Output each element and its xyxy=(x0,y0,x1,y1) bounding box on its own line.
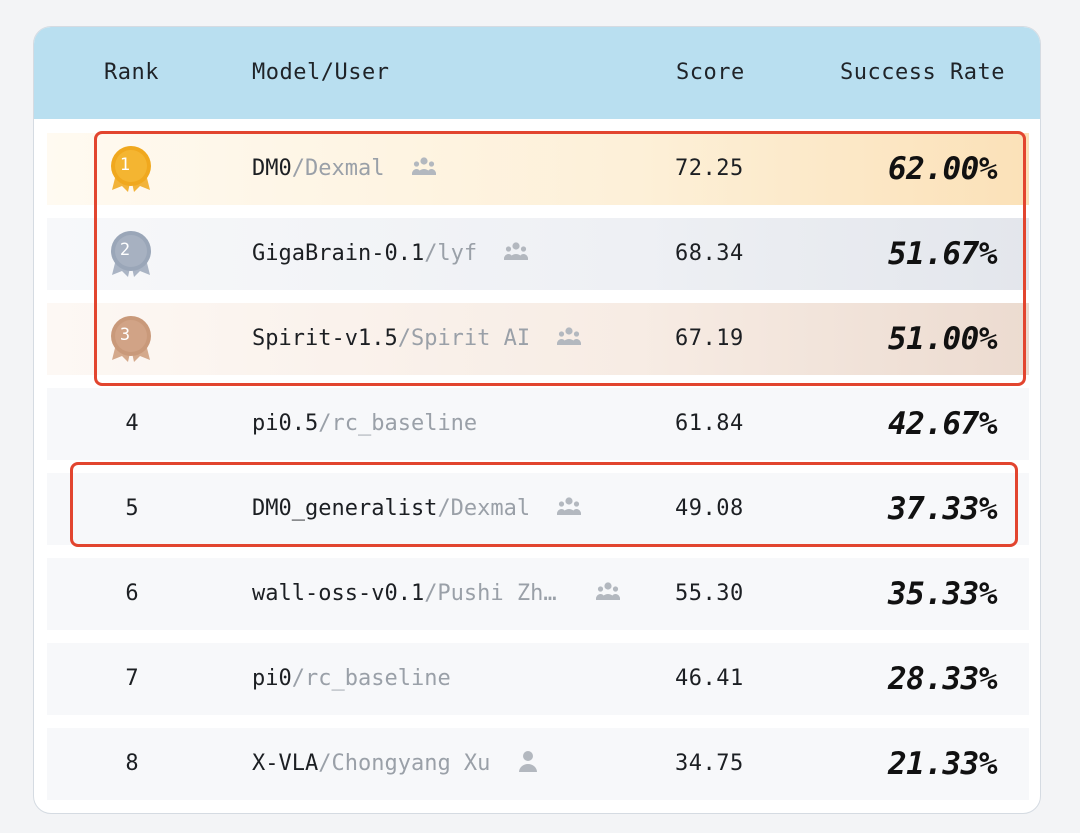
user-name[interactable]: /rc_baseline xyxy=(292,666,451,691)
model-user-cell: DM0_generalist/Dexmal xyxy=(252,473,582,545)
header-score: Score xyxy=(676,60,745,85)
success-rate-cell: 51.67% xyxy=(888,236,997,272)
group-icon xyxy=(504,242,529,260)
user-name[interactable]: /Dexmal xyxy=(292,156,385,181)
medal-rank-number: 1 xyxy=(119,155,131,175)
rank-cell: 6 xyxy=(125,581,139,606)
table-row[interactable]: 8 X-VLA/Chongyang Xu 34.75 21.33% xyxy=(47,728,1029,800)
score-cell: 55.30 xyxy=(675,581,744,606)
rank-cell: 8 xyxy=(125,751,139,776)
header-rank: Rank xyxy=(104,60,159,85)
user-name[interactable]: /Dexmal xyxy=(437,496,530,521)
model-name[interactable]: DM0 xyxy=(252,156,292,181)
success-rate-cell: 42.67% xyxy=(888,406,997,442)
user-name[interactable]: /Spirit AI xyxy=(398,326,530,351)
model-name[interactable]: DM0_generalist xyxy=(252,496,437,521)
person-icon xyxy=(518,751,537,772)
model-user-cell: wall-oss-v0.1/Pushi Zh… xyxy=(252,558,620,630)
model-name[interactable]: GigaBrain-0.1 xyxy=(252,241,424,266)
rank-cell: 5 xyxy=(125,496,139,521)
medal-rank-number: 3 xyxy=(119,325,131,345)
success-rate-cell: 37.33% xyxy=(888,491,997,527)
score-cell: 68.34 xyxy=(675,241,744,266)
model-name[interactable]: X-VLA xyxy=(252,751,318,776)
score-cell: 49.08 xyxy=(675,496,744,521)
model-name[interactable]: pi0.5 xyxy=(252,411,318,436)
model-user-cell: GigaBrain-0.1/lyf xyxy=(252,218,529,290)
user-name[interactable]: /rc_baseline xyxy=(318,411,477,436)
score-cell: 61.84 xyxy=(675,411,744,436)
user-name[interactable]: /lyf xyxy=(424,241,477,266)
model-name[interactable]: pi0 xyxy=(252,666,292,691)
score-cell: 34.75 xyxy=(675,751,744,776)
model-user-cell: DM0/Dexmal xyxy=(252,133,436,205)
user-name[interactable]: /Chongyang Xu xyxy=(318,751,490,776)
group-icon xyxy=(595,582,620,600)
table-row[interactable]: 5 DM0_generalist/Dexmal 49.08 37.33% xyxy=(47,473,1029,545)
group-icon xyxy=(411,157,436,175)
success-rate-cell: 62.00% xyxy=(888,151,997,187)
table-row[interactable]: 3 Spirit-v1.5/Spirit AI 67.19 51.00% xyxy=(47,303,1029,375)
model-user-cell: pi0/rc_baseline xyxy=(252,643,451,715)
group-icon xyxy=(557,327,582,345)
table-row[interactable]: 4 pi0.5/rc_baseline 61.84 42.67% xyxy=(47,388,1029,460)
model-user-cell: pi0.5/rc_baseline xyxy=(252,388,477,460)
table-row[interactable]: 6 wall-oss-v0.1/Pushi Zh… 55.30 35.33% xyxy=(47,558,1029,630)
leaderboard-card: Rank Model/User Score Success Rate 1 DM0… xyxy=(33,26,1041,814)
group-icon xyxy=(557,497,582,515)
header-success-rate: Success Rate xyxy=(840,60,1005,85)
table-row[interactable]: 7 pi0/rc_baseline 46.41 28.33% xyxy=(47,643,1029,715)
medal-rank-number: 2 xyxy=(119,240,131,260)
score-cell: 72.25 xyxy=(675,156,744,181)
model-user-cell: Spirit-v1.5/Spirit AI xyxy=(252,303,582,375)
success-rate-cell: 35.33% xyxy=(888,576,997,612)
success-rate-cell: 28.33% xyxy=(888,661,997,697)
user-name[interactable]: /Pushi Zh… xyxy=(424,581,556,606)
score-cell: 67.19 xyxy=(675,326,744,351)
table-row[interactable]: 1 DM0/Dexmal 72.25 62.00% xyxy=(47,133,1029,205)
success-rate-cell: 21.33% xyxy=(888,746,997,782)
table-header: Rank Model/User Score Success Rate xyxy=(34,27,1040,119)
success-rate-cell: 51.00% xyxy=(888,321,997,357)
model-user-cell: X-VLA/Chongyang Xu xyxy=(252,728,538,800)
score-cell: 46.41 xyxy=(675,666,744,691)
table-row[interactable]: 2 GigaBrain-0.1/lyf 68.34 51.67% xyxy=(47,218,1029,290)
header-model-user: Model/User xyxy=(252,60,390,85)
model-name[interactable]: wall-oss-v0.1 xyxy=(252,581,424,606)
rank-cell: 4 xyxy=(125,411,139,436)
model-name[interactable]: Spirit-v1.5 xyxy=(252,326,398,351)
rank-cell: 7 xyxy=(125,666,139,691)
